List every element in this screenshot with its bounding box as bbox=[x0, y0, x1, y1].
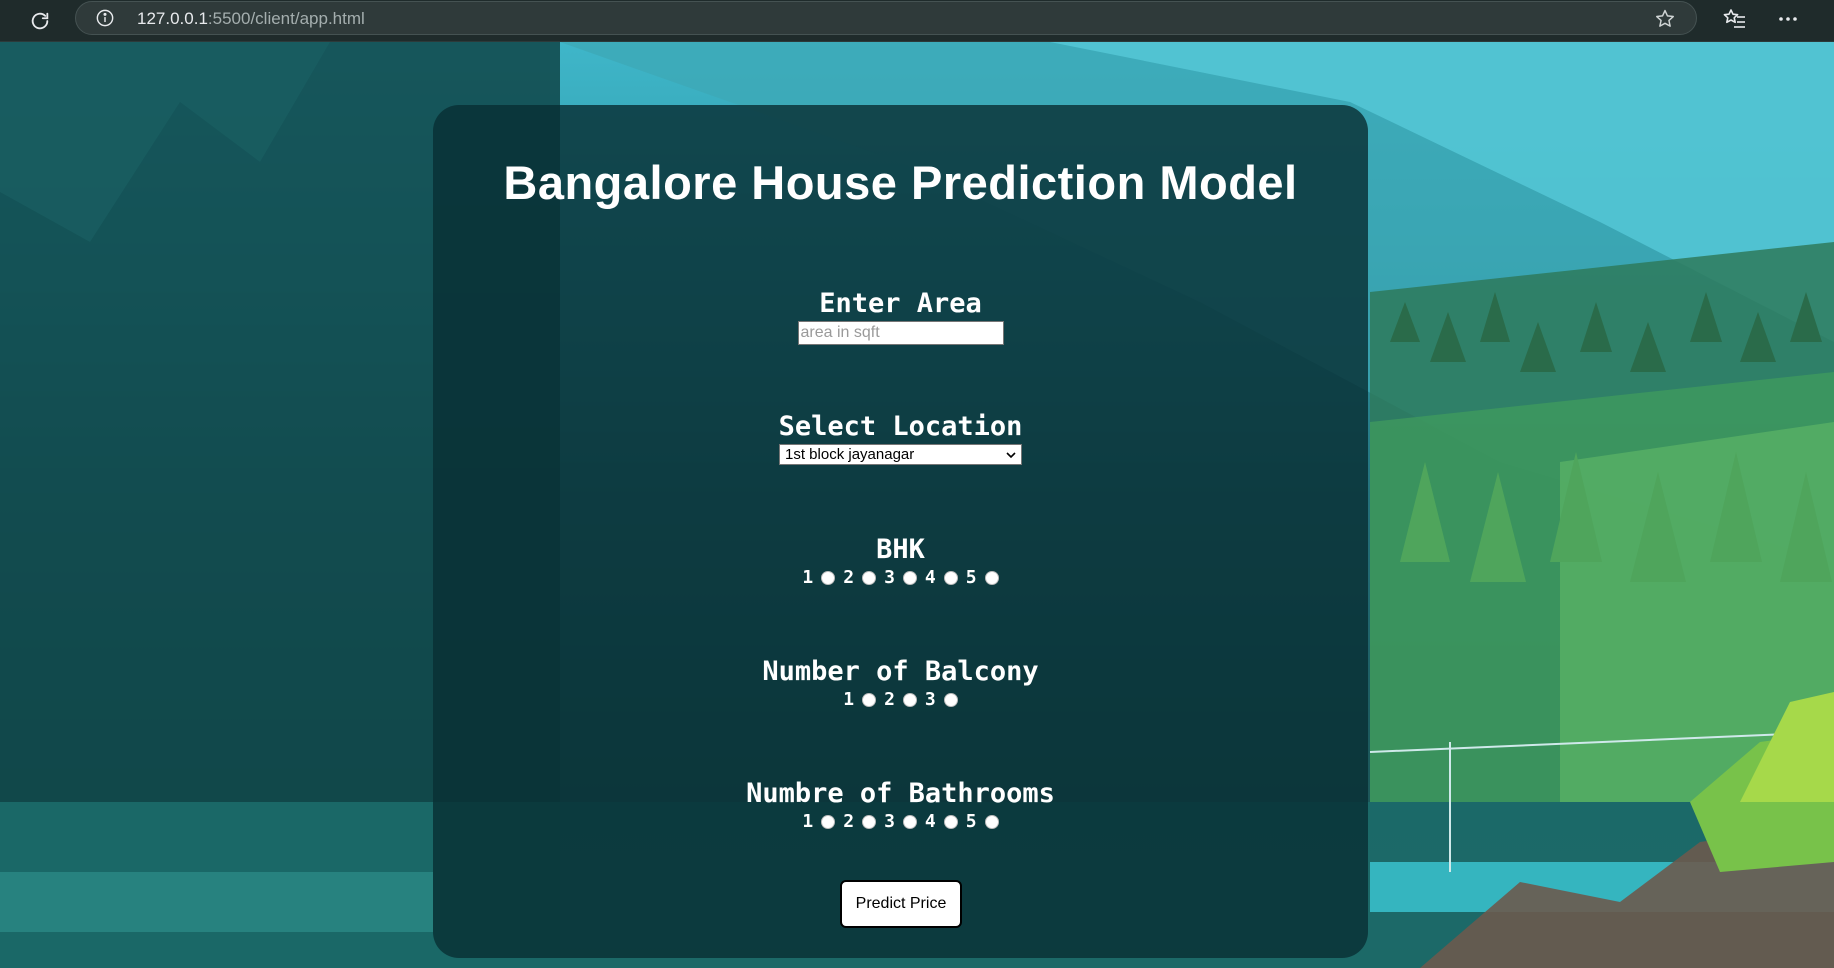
bathrooms-radio-3[interactable] bbox=[902, 814, 917, 829]
favorite-star-icon[interactable] bbox=[1654, 8, 1676, 30]
url-text[interactable]: 127.0.0.1:5500/client/app.html bbox=[137, 9, 365, 29]
location-section: Select Location 1st block jayanagar bbox=[433, 412, 1368, 465]
balcony-radio-1[interactable] bbox=[862, 692, 877, 707]
bathrooms-label: Numbre of Bathrooms bbox=[746, 778, 1055, 809]
prediction-card: Bangalore House Prediction Model Enter A… bbox=[433, 105, 1368, 958]
bhk-option-label: 4 bbox=[924, 567, 936, 588]
bathrooms-option-label: 4 bbox=[924, 811, 936, 832]
location-selected-value: 1st block jayanagar bbox=[785, 446, 915, 463]
bhk-radio-5[interactable] bbox=[984, 570, 999, 585]
predict-price-button[interactable]: Predict Price bbox=[840, 880, 962, 928]
reload-icon[interactable] bbox=[26, 7, 54, 35]
area-input[interactable] bbox=[797, 321, 1004, 345]
balcony-radio-3[interactable] bbox=[943, 692, 958, 707]
page-title: Bangalore House Prediction Model bbox=[503, 156, 1298, 209]
more-options-icon[interactable] bbox=[1775, 6, 1801, 32]
chevron-down-icon bbox=[1006, 452, 1016, 459]
balcony-section: Number of Balcony 1 2 3 bbox=[433, 656, 1368, 711]
url-path: :5500/client/app.html bbox=[207, 9, 365, 28]
balcony-radio-group: 1 2 3 bbox=[433, 689, 1368, 710]
bathrooms-radio-1[interactable] bbox=[821, 814, 836, 829]
bathrooms-option-label: 5 bbox=[965, 811, 977, 832]
bhk-label: BHK bbox=[876, 534, 925, 565]
url-host: 127.0.0.1 bbox=[137, 9, 208, 28]
bhk-section: BHK 1 2 3 4 5 bbox=[433, 535, 1368, 588]
balcony-option-label: 2 bbox=[884, 689, 895, 710]
bhk-option-label: 5 bbox=[965, 567, 977, 588]
bhk-radio-2[interactable] bbox=[862, 570, 877, 585]
bathrooms-section: Numbre of Bathrooms 1 2 3 4 5 bbox=[433, 778, 1368, 833]
location-select[interactable]: 1st block jayanagar bbox=[779, 444, 1022, 465]
bhk-radio-1[interactable] bbox=[821, 570, 836, 585]
location-label: Select Location bbox=[778, 411, 1023, 442]
bhk-radio-4[interactable] bbox=[943, 570, 958, 585]
address-bar[interactable]: 127.0.0.1:5500/client/app.html bbox=[75, 1, 1697, 35]
area-section: Enter Area bbox=[433, 289, 1368, 345]
balcony-option-label: 1 bbox=[843, 689, 855, 710]
bhk-radio-group: 1 2 3 4 5 bbox=[433, 567, 1368, 588]
bathrooms-radio-2[interactable] bbox=[862, 814, 877, 829]
bhk-option-label: 1 bbox=[802, 567, 814, 588]
bathrooms-option-label: 1 bbox=[802, 811, 814, 832]
browser-toolbar: 127.0.0.1:5500/client/app.html bbox=[0, 0, 1834, 42]
info-icon[interactable] bbox=[96, 9, 114, 27]
bathrooms-radio-5[interactable] bbox=[984, 814, 999, 829]
bhk-radio-3[interactable] bbox=[902, 570, 917, 585]
balcony-radio-2[interactable] bbox=[902, 692, 917, 707]
balcony-option-label: 3 bbox=[924, 689, 936, 710]
favorites-icon[interactable] bbox=[1722, 6, 1748, 32]
bathrooms-option-label: 3 bbox=[884, 811, 895, 832]
bathrooms-option-label: 2 bbox=[843, 811, 855, 832]
bathrooms-radio-group: 1 2 3 4 5 bbox=[433, 811, 1368, 832]
bhk-option-label: 3 bbox=[884, 567, 895, 588]
bhk-option-label: 2 bbox=[843, 567, 855, 588]
balcony-label: Number of Balcony bbox=[762, 656, 1039, 687]
area-label: Enter Area bbox=[819, 288, 982, 319]
bathrooms-radio-4[interactable] bbox=[943, 814, 958, 829]
